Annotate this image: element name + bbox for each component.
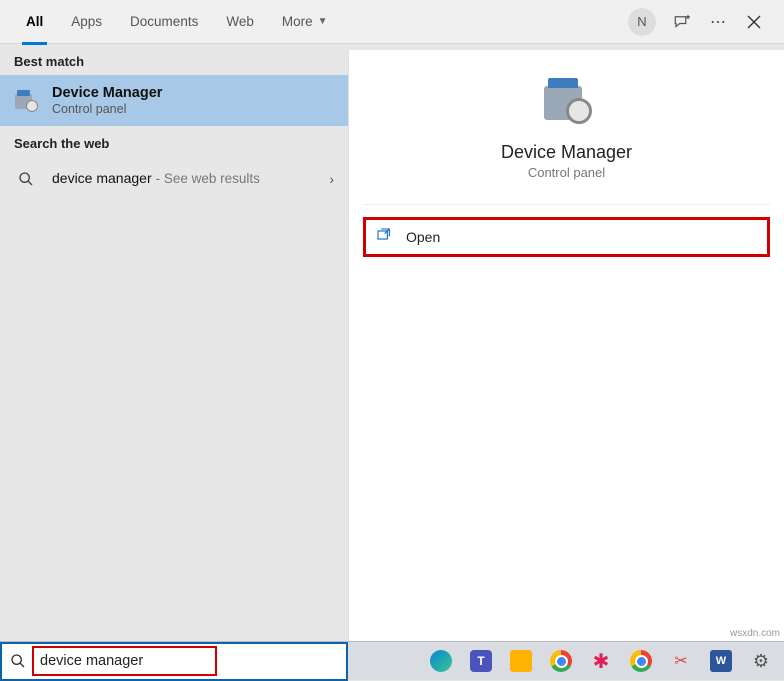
tab-documents[interactable]: Documents [116, 0, 212, 44]
windows-search-panel: All Apps Documents Web More▼ N ⋯ Best ma… [0, 0, 784, 641]
search-icon [4, 644, 32, 679]
web-suffix: - See web results [156, 171, 260, 186]
edge-icon[interactable] [428, 648, 454, 674]
preview-title: Device Manager [501, 142, 632, 163]
chrome-icon[interactable] [548, 648, 574, 674]
settings-icon[interactable]: ⚙ [748, 648, 774, 674]
search-input[interactable] [34, 648, 215, 674]
open-icon [376, 227, 392, 248]
tab-more[interactable]: More▼ [268, 0, 342, 44]
tab-all[interactable]: All [12, 0, 57, 44]
search-icon [14, 167, 38, 191]
user-avatar[interactable]: N [628, 8, 656, 36]
web-query: device manager [52, 170, 152, 186]
preview-subtitle: Control panel [528, 165, 605, 180]
tab-web[interactable]: Web [212, 0, 268, 44]
results-body: Best match Device Manager Control panel … [0, 44, 784, 641]
result-subtitle: Control panel [52, 102, 334, 116]
results-list: Best match Device Manager Control panel … [0, 44, 348, 641]
section-search-web: Search the web [0, 126, 348, 157]
watermark: wsxdn.com [730, 628, 780, 639]
taskbar-search-box[interactable] [0, 642, 348, 681]
chrome-icon-2[interactable] [628, 648, 654, 674]
taskbar: T ✱ ✂ W ⚙ [0, 641, 784, 680]
open-button[interactable]: Open [363, 217, 770, 257]
section-best-match: Best match [0, 44, 348, 75]
device-manager-icon [14, 89, 38, 113]
tab-apps[interactable]: Apps [57, 0, 116, 44]
feedback-icon[interactable] [664, 4, 700, 40]
device-manager-large-icon [540, 76, 594, 124]
chevron-right-icon: › [329, 171, 334, 187]
open-label: Open [406, 229, 440, 245]
taskbar-pinned-apps: T ✱ ✂ W ⚙ [348, 648, 784, 674]
divider [363, 204, 770, 205]
preview-pane: Device Manager Control panel Open [348, 50, 784, 641]
filter-tabs: All Apps Documents Web More▼ N ⋯ [0, 0, 784, 44]
word-icon[interactable]: W [708, 648, 734, 674]
result-web-search[interactable]: device manager - See web results › [0, 157, 348, 201]
file-explorer-icon[interactable] [508, 648, 534, 674]
result-device-manager[interactable]: Device Manager Control panel [0, 75, 348, 126]
more-options-icon[interactable]: ⋯ [700, 4, 736, 40]
result-title: Device Manager [52, 85, 334, 101]
chevron-down-icon: ▼ [318, 16, 328, 27]
snipping-tool-icon[interactable]: ✂ [668, 648, 694, 674]
slack-icon[interactable]: ✱ [588, 648, 614, 674]
teams-icon[interactable]: T [468, 648, 494, 674]
close-icon[interactable] [736, 4, 772, 40]
